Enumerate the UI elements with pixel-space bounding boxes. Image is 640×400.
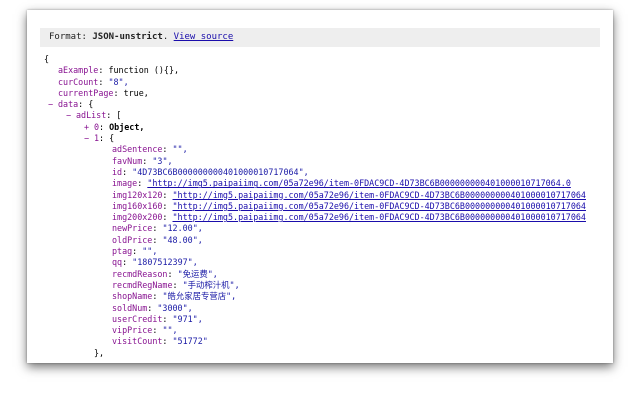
json-value: "皓允家居专营店", bbox=[162, 291, 237, 302]
json-line-item0: + 0: Object, bbox=[84, 121, 145, 133]
json-key: aExample bbox=[58, 65, 99, 76]
json-line-oldPrice: oldPrice: "48.00", bbox=[112, 234, 203, 245]
json-key: image bbox=[112, 178, 138, 189]
json-key: newPrice bbox=[112, 223, 153, 234]
json-key: img200x200 bbox=[112, 212, 163, 223]
json-tree: { aExample: function (){}, curCount: "8"… bbox=[27, 54, 613, 359]
json-line-item1: − 1: { bbox=[84, 133, 115, 144]
json-key: userCredit bbox=[112, 313, 163, 324]
json-brace: { bbox=[109, 133, 115, 144]
json-key: oldPrice bbox=[112, 234, 153, 245]
json-key: data bbox=[58, 99, 79, 110]
json-brace: { bbox=[88, 99, 94, 110]
json-key: vipPrice bbox=[112, 325, 153, 336]
format-bar: Format: JSON-unstrict. View source bbox=[40, 28, 600, 47]
json-line-currentPage: currentPage: true, bbox=[58, 87, 149, 98]
json-value: "3", bbox=[152, 155, 173, 166]
format-name: JSON-unstrict bbox=[92, 32, 163, 42]
json-line-curCount: curCount: "8", bbox=[58, 76, 129, 87]
json-value: "51772" bbox=[172, 336, 208, 347]
json-value: "", bbox=[172, 144, 188, 155]
json-key: ptag bbox=[112, 246, 133, 257]
expand-toggle[interactable]: + bbox=[84, 122, 89, 133]
json-value: "48.00", bbox=[162, 234, 203, 245]
view-source-link[interactable]: View source bbox=[174, 32, 234, 42]
json-value: Object, bbox=[109, 121, 145, 132]
json-line-data: − data: { bbox=[48, 99, 94, 110]
json-value: "", bbox=[162, 325, 178, 336]
json-url-link[interactable]: "http://img5.paipaiimg.com/05a72e96/item… bbox=[173, 212, 586, 222]
json-line-adList: − adList: [ bbox=[66, 110, 122, 121]
json-line-visitCount: visitCount: "51772" bbox=[112, 336, 208, 347]
collapse-toggle[interactable]: − bbox=[66, 110, 71, 121]
json-line-ptag: ptag: "", bbox=[112, 246, 158, 257]
json-line-soldNum: soldNum: "3000", bbox=[112, 302, 193, 313]
json-line-aExample: aExample: function (){}, bbox=[58, 65, 180, 76]
json-line-image: image: "http://img5.paipaiimg.com/05a72e… bbox=[112, 178, 571, 189]
json-url-link[interactable]: "http://img5.paipaiimg.com/05a72e96/item… bbox=[173, 201, 586, 211]
json-line-qq: qq: "1807512397", bbox=[112, 257, 198, 268]
json-value: "971", bbox=[172, 313, 203, 324]
json-key: currentPage bbox=[58, 87, 114, 98]
json-brace: }, bbox=[94, 347, 105, 358]
json-viewer-window: Format: JSON-unstrict. View source { aEx… bbox=[27, 10, 613, 363]
json-value: "免运费", bbox=[177, 268, 218, 279]
json-key: curCount bbox=[58, 76, 99, 87]
json-key: id bbox=[112, 166, 123, 177]
json-key: adSentence bbox=[112, 144, 163, 155]
json-line-adSentence: adSentence: "", bbox=[112, 144, 188, 155]
json-value: "4D73BC6B000000000401000010717064", bbox=[132, 166, 309, 177]
json-key: recmdRegName bbox=[112, 279, 173, 290]
json-value: "3000", bbox=[157, 302, 193, 313]
root-open-brace: { bbox=[44, 54, 50, 64]
json-value: "1807512397", bbox=[132, 257, 198, 268]
json-line-newPrice: newPrice: "12.00", bbox=[112, 223, 203, 234]
json-url-link[interactable]: "http://img5.paipaiimg.com/05a72e96/item… bbox=[147, 178, 571, 188]
json-key: recmdReason bbox=[112, 268, 168, 279]
json-line-open: { bbox=[27, 54, 613, 65]
collapse-toggle[interactable]: − bbox=[84, 133, 89, 144]
json-line-recmdRegName: recmdRegName: "手动榨汁机", bbox=[112, 279, 240, 290]
json-key: favNum bbox=[112, 155, 143, 166]
json-value: "", bbox=[142, 246, 158, 257]
json-url-link[interactable]: "http://img5.paipaiimg.com/05a72e96/item… bbox=[173, 190, 586, 200]
json-key: visitCount bbox=[112, 336, 163, 347]
json-line-item1-close: }, bbox=[27, 348, 613, 359]
json-key: shopName bbox=[112, 291, 153, 302]
json-key: img120x120 bbox=[112, 189, 163, 200]
json-value: function (){}, bbox=[108, 65, 180, 76]
json-line-favNum: favNum: "3", bbox=[112, 155, 173, 166]
json-line-img120x120: img120x120: "http://img5.paipaiimg.com/0… bbox=[112, 189, 586, 200]
json-line-vipPrice: vipPrice: "", bbox=[112, 325, 178, 336]
json-value: "手动榨汁机", bbox=[182, 279, 240, 290]
format-label: Format: bbox=[49, 32, 87, 42]
json-line-recmdReason: recmdReason: "免运费", bbox=[112, 268, 218, 279]
collapse-toggle[interactable]: − bbox=[48, 99, 53, 110]
json-bracket: [ bbox=[116, 110, 122, 121]
json-line-img160x160: img160x160: "http://img5.paipaiimg.com/0… bbox=[112, 200, 586, 211]
json-key: qq bbox=[112, 257, 123, 268]
json-line-img200x200: img200x200: "http://img5.paipaiimg.com/0… bbox=[112, 212, 586, 223]
format-separator: . bbox=[162, 32, 169, 42]
json-line-shopName: shopName: "皓允家居专营店", bbox=[112, 291, 237, 302]
json-key: adList bbox=[76, 110, 107, 121]
json-line-userCredit: userCredit: "971", bbox=[112, 313, 203, 324]
json-key: img160x160 bbox=[112, 200, 163, 211]
json-value: "12.00", bbox=[162, 223, 203, 234]
json-line-id: id: "4D73BC6B000000000401000010717064", bbox=[112, 166, 309, 177]
json-value: "8", bbox=[108, 76, 129, 87]
json-value: true, bbox=[123, 87, 149, 98]
json-key: soldNum bbox=[112, 302, 148, 313]
